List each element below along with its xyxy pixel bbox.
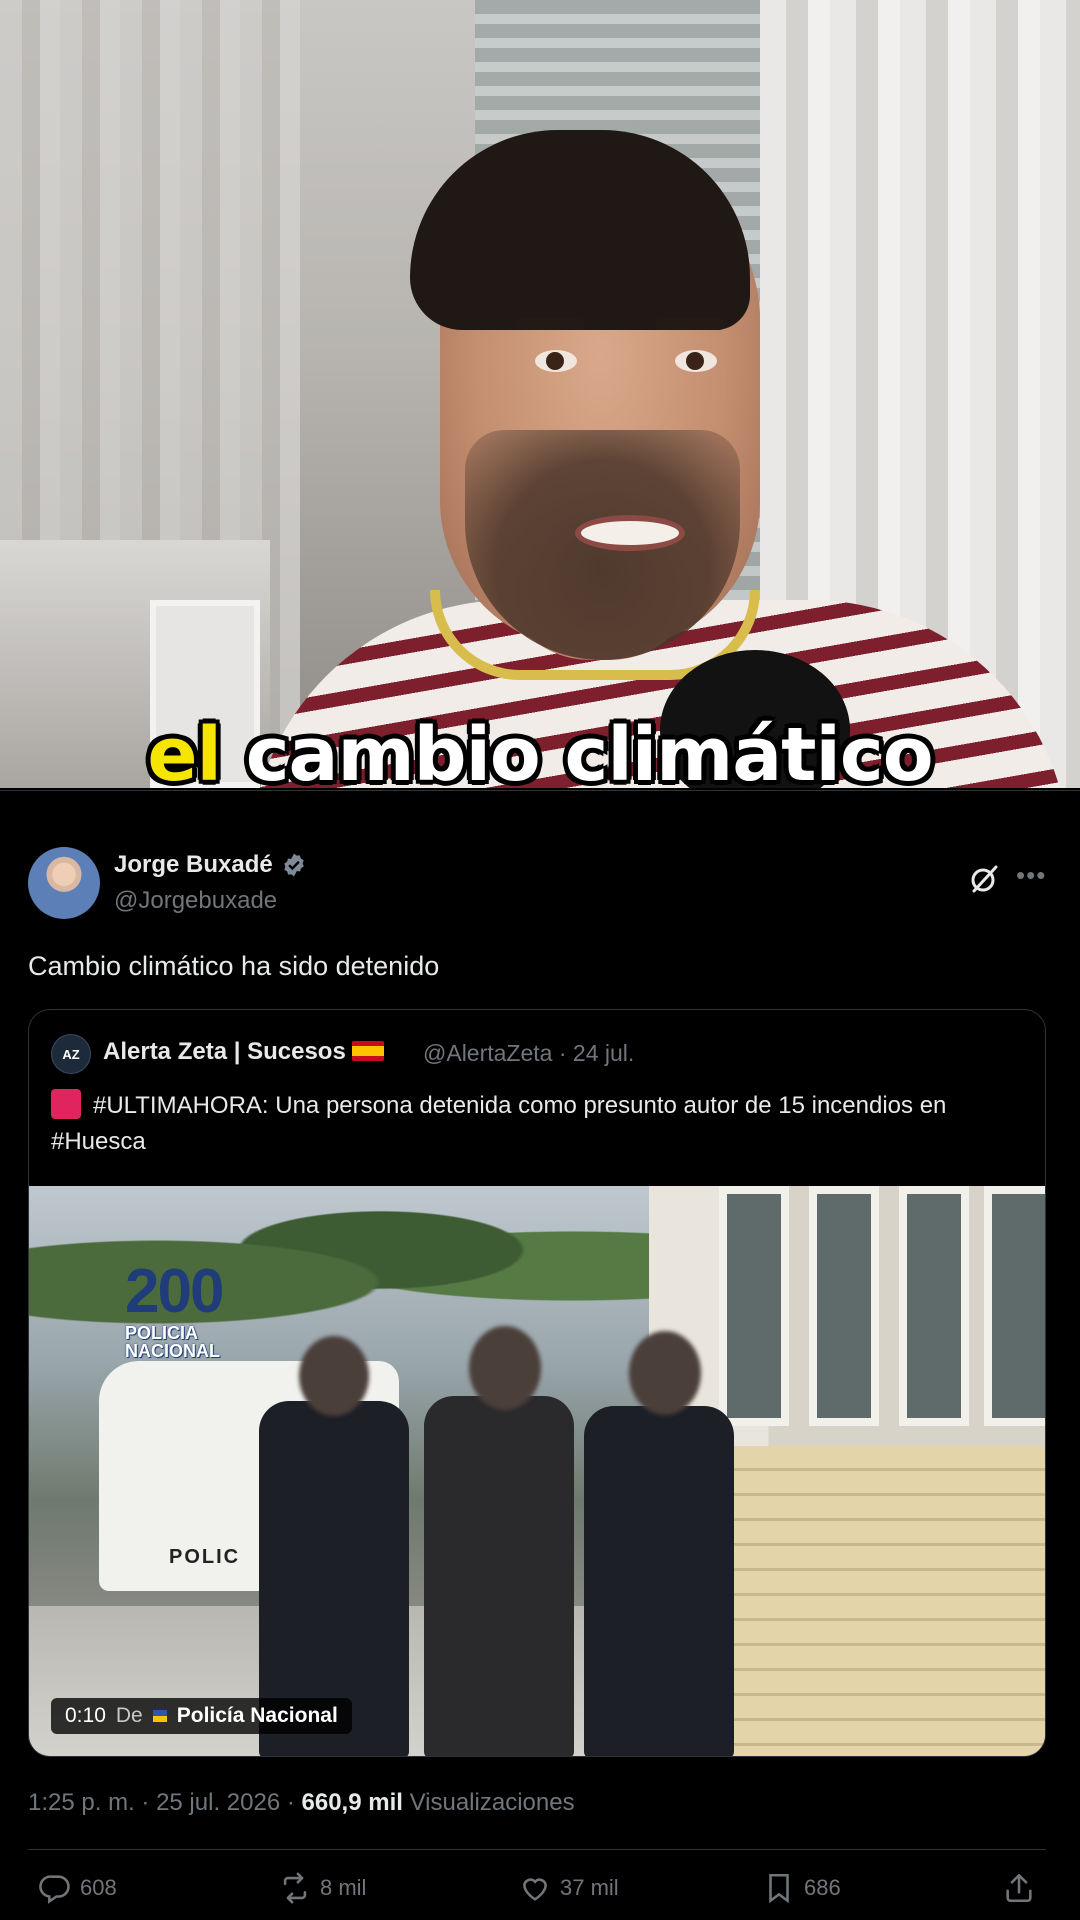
quoted-name-text[interactable]: Alerta Zeta | Sucesos [103, 1038, 346, 1065]
eye-right [675, 350, 717, 372]
red-square-icon [51, 1089, 81, 1119]
author-handle[interactable]: @Jorgebuxade [114, 887, 277, 915]
reply-icon [39, 1875, 70, 1904]
reply-button[interactable]: 608 [38, 1871, 117, 1905]
video-duration-badge: 0:10 De Policía Nacional [51, 1698, 352, 1734]
building-window [984, 1186, 1045, 1426]
reply-count: 608 [80, 1875, 117, 1900]
tweet-time[interactable]: 1:25 p. m. [28, 1789, 135, 1816]
share-button[interactable] [1002, 1871, 1036, 1905]
author-name-row[interactable]: Jorge Buxadé [114, 851, 307, 879]
repost-icon [283, 1872, 307, 1904]
eyebrow-right [655, 318, 725, 330]
policia-nacional-mini-icon [152, 1710, 167, 1722]
tweet-text: Cambio climático ha sido detenido [28, 951, 440, 981]
building-window [809, 1186, 879, 1426]
building-window [719, 1186, 789, 1426]
grok-icon[interactable] [968, 863, 1000, 895]
tweet[interactable]: Jorge Buxadé @Jorgebuxade ••• Cambio cli… [0, 790, 1080, 1920]
quoted-text: #ULTIMAHORA: Una persona detenida como p… [51, 1092, 947, 1155]
views-count: 660,9 mil [301, 1789, 403, 1816]
quoted-text-row: #ULTIMAHORA: Una persona detenida como p… [51, 1088, 1011, 1160]
van-label: POLIC [169, 1546, 241, 1568]
blurred-head [469, 1326, 541, 1410]
building-window [899, 1186, 969, 1426]
policia-200-logo: 200 [125, 1257, 224, 1326]
caption-text: cambio climático [245, 712, 934, 788]
heart-icon [523, 1878, 547, 1901]
bookmark-button[interactable]: 686 [762, 1871, 841, 1905]
policia-nacional-logo-text: POLICIA NACIONAL [125, 1324, 220, 1360]
spain-flag-icon [351, 1041, 384, 1061]
share-icon [1006, 1873, 1032, 1903]
video-source[interactable]: Policía Nacional [177, 1704, 338, 1728]
brick-wall [729, 1446, 1045, 1756]
quoted-handle[interactable]: @AlertaZeta [423, 1040, 552, 1066]
quoted-meta: @AlertaZeta · 24 jul. [423, 1040, 635, 1066]
video-duration: 0:10 [65, 1704, 106, 1727]
presenter-mouth [575, 515, 685, 551]
bookmark-count: 686 [804, 1875, 841, 1900]
quoted-video[interactable]: POLIC 200 POLICIA NACIONAL 0:10 De Policí… [29, 1186, 1045, 1756]
tweet-meta: 1:25 p. m. · 25 jul. 2026 · 660,9 mil Vi… [28, 1789, 575, 1816]
like-count: 37 mil [560, 1875, 619, 1900]
divider [28, 1849, 1046, 1850]
bookmark-icon [769, 1873, 789, 1904]
more-options-icon[interactable]: ••• [1016, 862, 1046, 888]
verified-badge-icon [283, 853, 304, 877]
author-name[interactable]: Jorge Buxadé [114, 851, 273, 879]
tweet-date[interactable]: 25 jul. 2026 [156, 1789, 280, 1816]
quoted-tweet[interactable]: AZ Alerta Zeta | Sucesos @AlertaZeta · 2… [28, 1009, 1046, 1757]
quoted-date[interactable]: 24 jul. [573, 1040, 634, 1066]
tweet-actions: 608 8 mil 37 mil 686 [0, 1871, 1080, 1920]
repost-button[interactable]: 8 mil [278, 1871, 366, 1905]
quoted-avatar[interactable]: AZ [51, 1034, 91, 1074]
logo-line-2: NACIONAL [125, 1341, 220, 1361]
eyebrow-left [515, 318, 585, 330]
quoted-author-name[interactable]: Alerta Zeta | Sucesos [103, 1038, 384, 1066]
like-button[interactable]: 37 mil [518, 1871, 619, 1905]
blurred-head [629, 1331, 701, 1415]
video-by-label: De [115, 1704, 143, 1727]
views-label: Visualizaciones [409, 1789, 575, 1816]
detained-person [424, 1396, 574, 1756]
blurred-head [299, 1336, 369, 1416]
police-officer-right [584, 1406, 734, 1756]
video-frame: el cambio climático [0, 0, 1080, 788]
logo-line-1: POLICIA [125, 1323, 199, 1343]
author-avatar[interactable] [28, 847, 100, 919]
eye-left [535, 350, 577, 372]
repost-count: 8 mil [320, 1875, 367, 1900]
video-caption: el cambio climático [0, 712, 1080, 788]
caption-highlight: el [147, 712, 222, 788]
